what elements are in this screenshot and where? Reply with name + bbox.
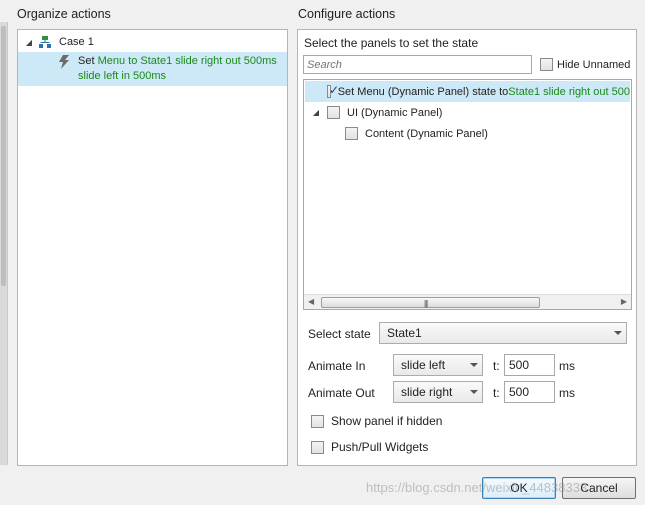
action-detail-line1: Menu to State1 slide right out 500ms [97, 55, 277, 67]
search-input[interactable] [303, 55, 532, 74]
menu-checkbox[interactable] [327, 83, 338, 98]
tree-row-content[interactable]: Content (Dynamic Panel) [345, 123, 488, 144]
tree-row-ui[interactable]: ◢ UI (Dynamic Panel) [311, 102, 442, 123]
animate-out-duration-value: 500 [509, 385, 530, 399]
hide-unnamed-option[interactable]: Hide Unnamed [540, 58, 630, 71]
animate-in-duration-input[interactable]: 500 [504, 354, 555, 376]
action-detail-line2: slide left in 500ms [78, 70, 167, 82]
case-flow-icon [39, 36, 51, 48]
lightning-bolt-icon [59, 55, 69, 69]
hide-unnamed-label: Hide Unnamed [557, 58, 631, 71]
animate-in-duration-value: 500 [509, 358, 530, 372]
animate-out-t-label: t: [493, 386, 500, 400]
animate-in-label: Animate In [308, 359, 366, 373]
select-state-dropdown[interactable]: State1 [379, 322, 627, 344]
organize-actions-title: Organize actions [17, 7, 111, 21]
animate-in-unit: ms [559, 359, 575, 373]
scroll-right-arrow-icon[interactable]: ▶ [621, 297, 627, 306]
ui-checkbox[interactable] [327, 106, 340, 119]
push-pull-checkbox[interactable] [311, 440, 324, 454]
animate-out-dropdown[interactable]: slide right [393, 381, 483, 403]
collapse-triangle-icon[interactable]: ◢ [24, 37, 34, 47]
panel-tree: Set Menu (Dynamic Panel) state to State1… [303, 79, 632, 310]
animate-out-value: slide right [401, 385, 453, 399]
panel-tree-hscrollbar[interactable]: ◀ ||| ▶ [304, 294, 631, 309]
animate-out-label: Animate Out [308, 386, 375, 400]
collapse-triangle-icon[interactable]: ◢ [311, 108, 321, 118]
action-description: Set Menu to State1 slide right out 500ms… [78, 54, 283, 84]
dropdown-caret-icon [614, 331, 622, 335]
select-state-label: Select state [308, 327, 371, 341]
select-panels-label: Select the panels to set the state [304, 36, 479, 50]
show-panel-label: Show panel if hidden [331, 414, 443, 428]
action-prefix: Set [78, 55, 98, 67]
left-scrollbar-thumb[interactable] [1, 26, 6, 286]
push-pull-option[interactable]: Push/Pull Widgets [311, 440, 428, 454]
show-panel-checkbox[interactable] [311, 414, 324, 428]
left-scrollbar[interactable] [0, 22, 8, 465]
case-label: Case 1 [59, 36, 94, 48]
content-checkbox[interactable] [345, 127, 358, 140]
dropdown-caret-icon [470, 390, 478, 394]
tree-row-menu[interactable]: Set Menu (Dynamic Panel) state to State1… [305, 81, 630, 102]
configure-actions-title: Configure actions [298, 7, 396, 21]
tree-row-menu-label: Set Menu (Dynamic Panel) state to [337, 85, 509, 98]
push-pull-label: Push/Pull Widgets [331, 440, 429, 454]
case-row[interactable]: ◢ Case 1 [24, 32, 287, 52]
organize-actions-panel: ◢ Case 1 Set Menu to State1 slide right … [17, 29, 288, 466]
animate-out-duration-input[interactable]: 500 [504, 381, 555, 403]
animate-in-t-label: t: [493, 359, 500, 373]
tree-row-menu-detail: State1 slide right out 500 [508, 85, 630, 98]
tree-row-content-label: Content (Dynamic Panel) [365, 127, 488, 140]
hide-unnamed-checkbox[interactable] [540, 58, 553, 71]
animate-out-unit: ms [559, 386, 575, 400]
action-row-set-panel-state[interactable]: Set Menu to State1 slide right out 500ms… [18, 52, 287, 86]
grip-icon: ||| [424, 299, 428, 308]
scroll-left-arrow-icon[interactable]: ◀ [308, 297, 314, 306]
dropdown-caret-icon [470, 363, 478, 367]
select-state-value: State1 [387, 326, 422, 340]
hscroll-thumb[interactable]: ||| [321, 297, 540, 308]
animate-in-dropdown[interactable]: slide left [393, 354, 483, 376]
tree-row-ui-label: UI (Dynamic Panel) [347, 106, 443, 119]
watermark-text: https://blog.csdn.net/weixin_44838333 [366, 480, 588, 495]
show-panel-option[interactable]: Show panel if hidden [311, 414, 442, 428]
animate-in-value: slide left [401, 358, 446, 372]
